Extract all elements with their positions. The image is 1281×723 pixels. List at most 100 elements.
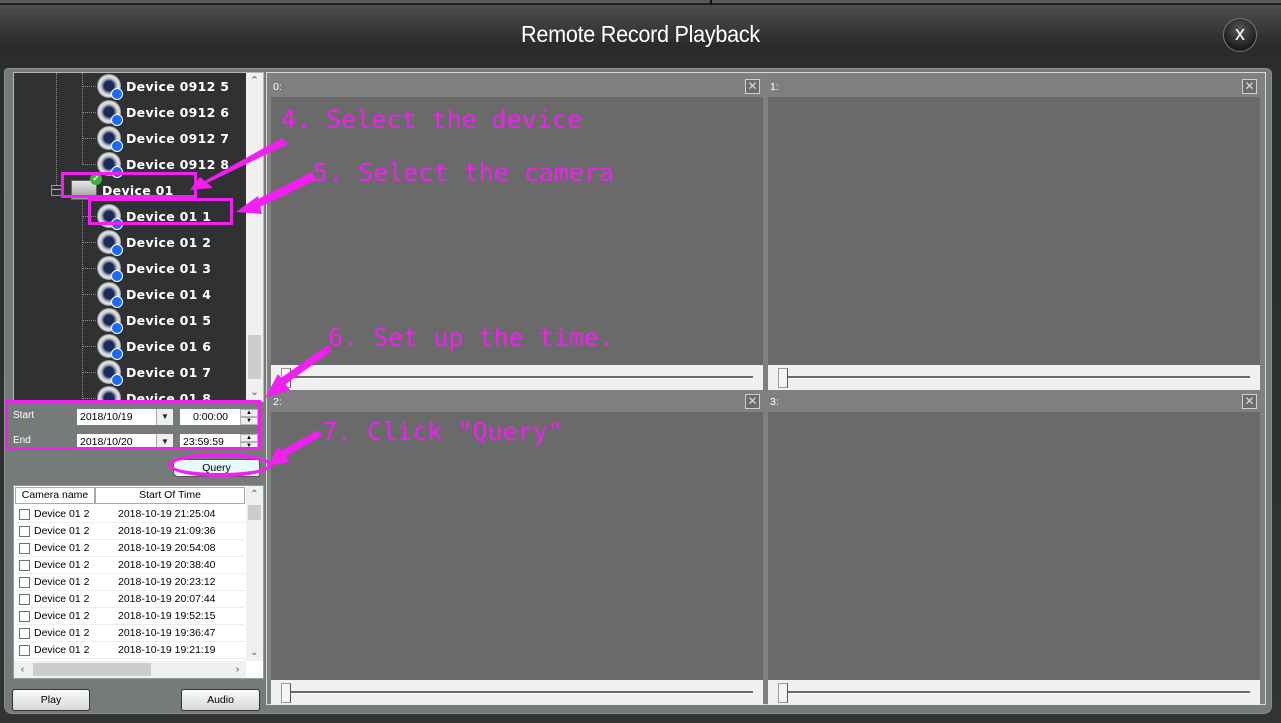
annotation-step7: 7. Click "Query" (322, 417, 563, 446)
tree-item-camera[interactable]: Device 0912 5 (97, 73, 230, 100)
record-row[interactable]: Device 01 2 2018-10-19 19:36:47 (15, 625, 245, 642)
record-start-time: 2018-10-19 21:25:04 (118, 508, 216, 520)
record-checkbox[interactable] (19, 645, 30, 656)
record-row[interactable]: Device 01 2 2018-10-19 20:23:12 (15, 574, 245, 591)
tree-connector (82, 242, 96, 243)
tree-connector (56, 73, 57, 193)
highlight-device (61, 172, 197, 198)
annotation-step6: 6. Set up the time. (328, 323, 614, 352)
slider-thumb[interactable] (281, 683, 291, 703)
slider-track (285, 691, 753, 694)
scroll-left-icon[interactable]: ‹ (14, 661, 31, 678)
tree-item-camera[interactable]: Device 01 7 (97, 359, 211, 386)
close-pane-icon[interactable]: ✕ (745, 79, 760, 94)
pane-header: 0: ✕ (271, 77, 763, 97)
records-vertical-scrollbar[interactable]: ⌃ ⌄ (246, 486, 263, 661)
close-pane-icon[interactable]: ✕ (1242, 79, 1257, 94)
record-row[interactable]: Device 01 2 2018-10-19 19:21:19 (15, 642, 245, 659)
scroll-up-icon[interactable]: ⌃ (246, 486, 263, 503)
camera-icon (97, 100, 123, 126)
close-window-button[interactable]: x (1223, 18, 1257, 52)
record-camera-name: Device 01 2 (34, 627, 90, 639)
close-pane-icon[interactable]: ✕ (1242, 394, 1257, 409)
record-row[interactable]: Device 01 2 2018-10-19 19:52:15 (15, 608, 245, 625)
tree-connector (82, 398, 96, 399)
scroll-thumb[interactable] (248, 505, 261, 520)
record-camera-name: Device 01 2 (34, 644, 90, 656)
column-header-start-time[interactable]: Start Of Time (95, 487, 245, 504)
column-header-camera-name[interactable]: Camera name (15, 487, 95, 504)
pane-label: 2: (273, 396, 282, 408)
scroll-down-icon[interactable]: ⌄ (246, 644, 263, 661)
tree-item-camera[interactable]: Device 0912 7 (97, 125, 230, 152)
tree-item-camera[interactable]: Device 0912 6 (97, 99, 229, 126)
tree-scrollbar[interactable]: ⌃ ⌄ (246, 73, 263, 401)
tree-item-camera[interactable]: Device 01 6 (97, 333, 211, 360)
window-title: Remote Record Playback (521, 21, 760, 47)
scroll-thumb[interactable] (33, 663, 151, 676)
record-row[interactable]: Device 01 2 2018-10-19 20:07:44 (15, 591, 245, 608)
pane-header: 1: ✕ (768, 77, 1260, 97)
record-start-time: 2018-10-19 20:23:12 (118, 576, 216, 588)
record-checkbox[interactable] (19, 594, 30, 605)
annotation-step4: 4. Select the device (281, 105, 583, 134)
record-checkbox[interactable] (19, 628, 30, 639)
tree-item-label: Device 0912 7 (126, 130, 230, 146)
record-row[interactable]: Device 01 2 2018-10-19 21:25:04 (15, 506, 245, 523)
device-tree: Device 0912 5 Device 0912 6 Device 0912 … (13, 72, 264, 402)
video-pane[interactable]: 1: ✕ (768, 77, 1260, 390)
pane-header: 2: ✕ (271, 392, 763, 412)
remote-playback-window: Remote Record Playback x Device 0912 5 D… (0, 4, 1281, 723)
record-row[interactable]: Device 01 2 2018-10-19 20:38:40 (15, 557, 245, 574)
scroll-down-icon[interactable]: ⌄ (246, 384, 263, 401)
record-checkbox[interactable] (19, 560, 30, 571)
records-horizontal-scrollbar[interactable]: ‹ › (14, 661, 246, 678)
video-screen[interactable] (768, 412, 1260, 680)
tree-item-label: Device 01 2 (126, 234, 212, 250)
annotation-step5: 5. Select the camera (313, 158, 615, 187)
record-start-time: 2018-10-19 20:38:40 (118, 559, 216, 571)
record-checkbox[interactable] (19, 577, 30, 588)
record-start-time: 2018-10-19 19:36:47 (118, 627, 216, 639)
record-checkbox[interactable] (19, 509, 30, 520)
record-row[interactable]: Device 01 2 2018-10-19 21:09:36 (15, 523, 245, 540)
record-checkbox[interactable] (19, 611, 30, 622)
play-button[interactable]: Play (12, 689, 90, 711)
playback-slider[interactable] (768, 680, 1260, 705)
record-camera-name: Device 01 2 (34, 525, 90, 537)
camera-icon (97, 282, 123, 308)
tree-item-camera[interactable]: Device 01 5 (97, 307, 211, 334)
record-start-time: 2018-10-19 19:52:15 (118, 610, 216, 622)
record-camera-name: Device 01 2 (34, 593, 90, 605)
slider-thumb[interactable] (281, 368, 291, 388)
tree-item-label: Device 0912 5 (126, 78, 230, 94)
slider-track (782, 691, 1250, 694)
scroll-thumb[interactable] (248, 335, 261, 379)
camera-icon (97, 256, 123, 282)
tree-connector (82, 320, 96, 321)
playback-slider[interactable] (271, 680, 763, 705)
video-pane[interactable]: 3: ✕ (768, 392, 1260, 705)
playback-slider[interactable] (271, 365, 763, 390)
record-checkbox[interactable] (19, 543, 30, 554)
close-pane-icon[interactable]: ✕ (745, 394, 760, 409)
tree-item-camera[interactable]: Device 01 3 (97, 255, 212, 282)
slider-thumb[interactable] (778, 683, 788, 703)
main-panel: Device 0912 5 Device 0912 6 Device 0912 … (4, 68, 1272, 714)
tree-item-label: Device 01 3 (126, 260, 212, 276)
tree-connector (82, 346, 96, 347)
video-screen[interactable] (271, 412, 763, 680)
camera-icon (97, 230, 123, 256)
playback-slider[interactable] (768, 365, 1260, 390)
slider-thumb[interactable] (778, 368, 788, 388)
tree-item-camera[interactable]: Device 01 2 (97, 229, 212, 256)
tree-item-camera[interactable]: Device 01 4 (97, 281, 211, 308)
record-row[interactable]: Device 01 2 2018-10-19 20:54:08 (15, 540, 245, 557)
tree-connector (82, 138, 96, 139)
record-checkbox[interactable] (19, 526, 30, 537)
scroll-up-icon[interactable]: ⌃ (246, 73, 263, 90)
tree-connector (82, 268, 96, 269)
audio-button[interactable]: Audio (181, 689, 260, 711)
video-screen[interactable] (768, 97, 1260, 365)
scroll-right-icon[interactable]: › (229, 661, 246, 678)
